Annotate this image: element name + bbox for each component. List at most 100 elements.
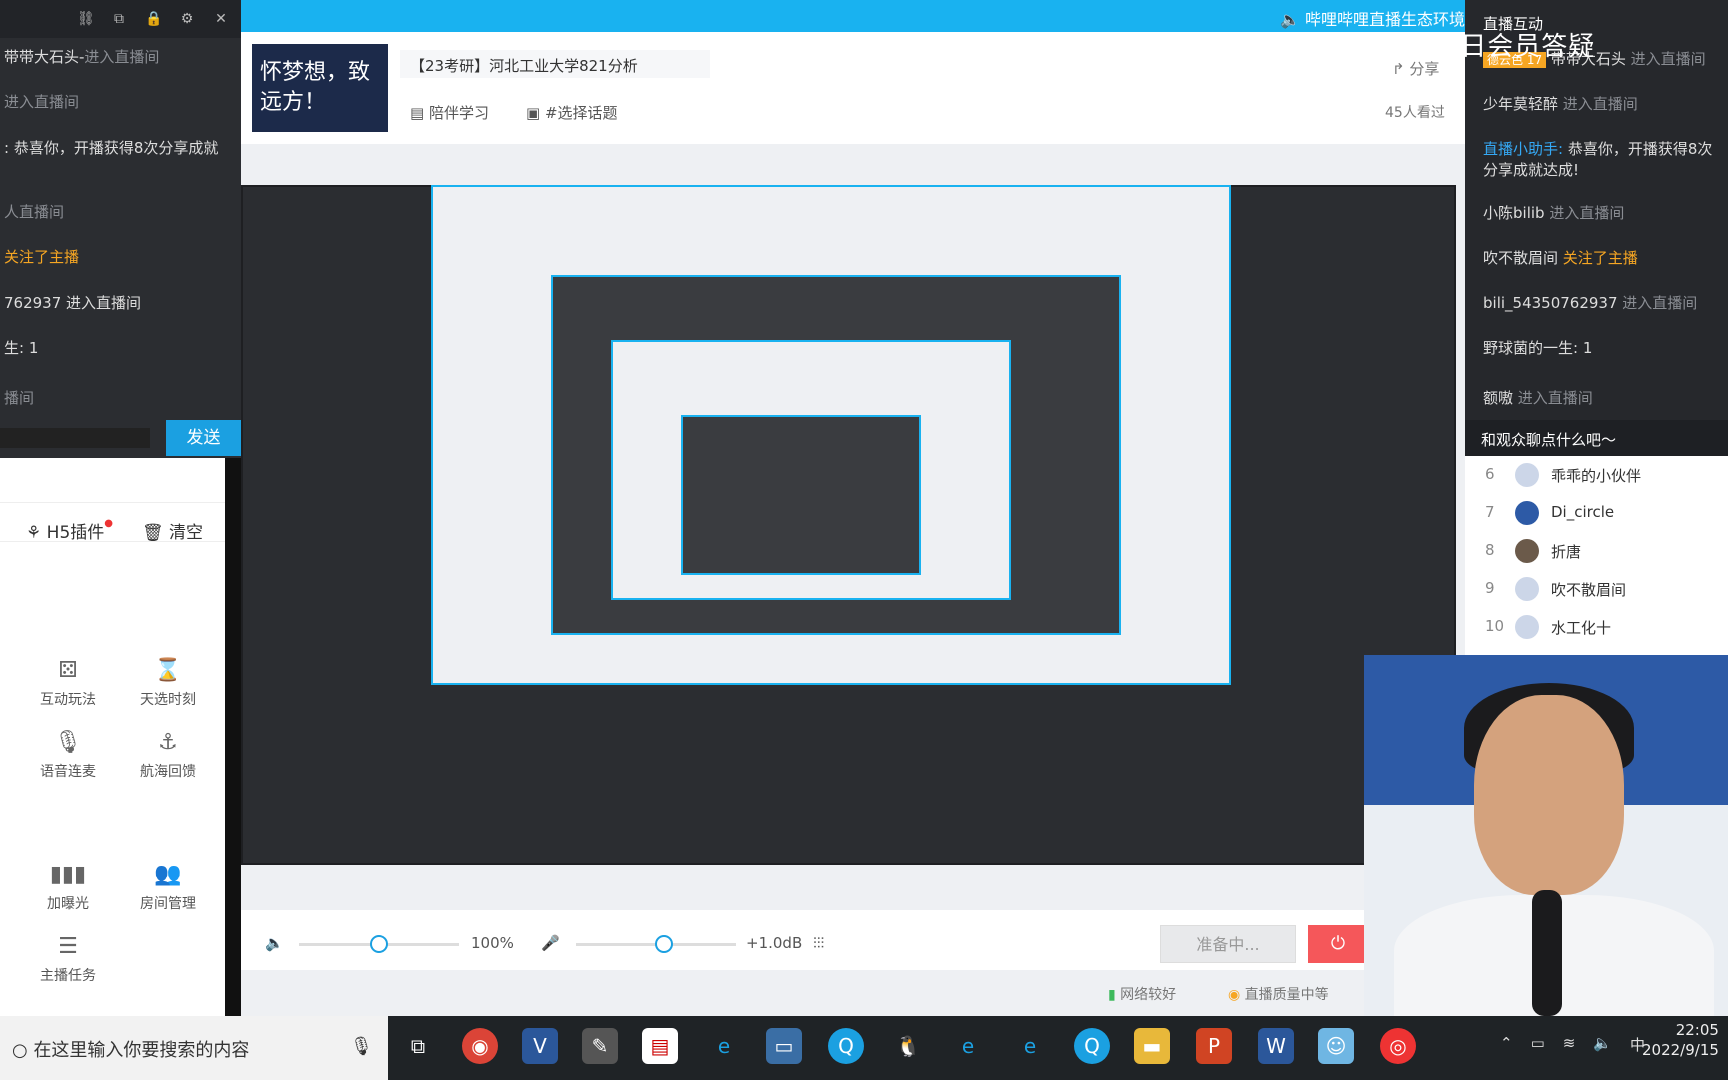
tool-label: 语音连麦 — [40, 764, 96, 780]
task-view-icon[interactable]: ⧉ — [400, 1028, 436, 1064]
gain-knob[interactable] — [655, 935, 673, 953]
remote-desktop-icon[interactable]: ▭ — [766, 1028, 802, 1064]
tool-boost[interactable]: ▮▮▮ 加曝光 — [18, 862, 118, 913]
chat-user: bili_54350762937 — [1483, 294, 1618, 312]
document-icon[interactable]: ▤ — [642, 1028, 678, 1064]
tool-interactive-play[interactable]: ⚄ 互动玩法 — [18, 658, 118, 709]
list-item[interactable]: 6 乖乖的小伙伴 — [1465, 456, 1728, 494]
bilibili-live-icon[interactable]: ☺ — [1318, 1028, 1354, 1064]
tab-h5-plugin[interactable]: ⚘ H5插件● — [26, 518, 113, 543]
chevron-up-icon[interactable]: ⌃ — [1500, 1034, 1513, 1055]
chat-message: 762937 进入直播间 — [4, 294, 142, 312]
prepare-button[interactable]: 准备中... — [1160, 925, 1296, 963]
list-item[interactable]: 9 吹不散眉间 — [1465, 570, 1728, 608]
close-icon[interactable]: ✕ — [213, 11, 229, 27]
chrome-icon[interactable]: ◉ — [462, 1028, 498, 1064]
viewer-count: 45人看过 — [1385, 105, 1445, 121]
tool-voice-link[interactable]: 🎙 语音连麦 — [18, 730, 118, 781]
signal-icon: ▮ — [1108, 987, 1121, 1003]
vs-icon[interactable]: V — [522, 1028, 558, 1064]
clock-time: 22:05 — [1675, 1021, 1719, 1039]
clock[interactable]: 22:05 2022/9/15 — [1642, 1020, 1719, 1060]
taskbar-search[interactable]: ○ 在这里输入你要搜索的内容 🎙 — [0, 1016, 388, 1080]
chat-text: 进入直播间 — [84, 48, 160, 66]
mic-icon[interactable]: 🎙 — [350, 1036, 373, 1057]
ie-icon[interactable]: e — [950, 1028, 986, 1064]
chat-message: 生: 1 — [4, 339, 39, 357]
tool-streamer-task[interactable]: ☰ 主播任务 — [18, 934, 118, 985]
chat-user: 吹不散眉间 — [1483, 249, 1559, 267]
netease-music-icon[interactable]: ◎ — [1380, 1028, 1416, 1064]
chat-message: 吹不散眉间 关注了主播 — [1483, 247, 1638, 268]
quality-icon: ◉ — [1228, 987, 1245, 1003]
link-icon[interactable]: ⛓ — [77, 11, 95, 27]
word-icon[interactable]: W — [1258, 1028, 1294, 1064]
chat-input[interactable] — [0, 428, 150, 448]
quality-label: 直播质量中等 — [1244, 987, 1329, 1003]
rank-number: 8 — [1485, 541, 1495, 559]
avatar — [1515, 615, 1539, 639]
tab-label: H5插件 — [46, 523, 105, 543]
list-item[interactable]: 8 折唐 — [1465, 532, 1728, 570]
system-tray: ⌃ ▭ ≋ 🔈 中 — [1500, 1034, 1645, 1055]
volume-icon[interactable]: 🔈 — [1593, 1034, 1612, 1055]
avatar — [1515, 463, 1539, 487]
power-icon[interactable]: ⏻ — [1308, 925, 1368, 963]
tool-lucky-draw[interactable]: ⌛ 天选时刻 — [118, 658, 218, 709]
tool-label: 天选时刻 — [140, 692, 196, 708]
wifi-icon[interactable]: ≋ — [1563, 1034, 1576, 1055]
equalizer-icon[interactable]: ⫶⫶⫶ — [813, 934, 824, 952]
anchor-icon: ⚓ — [158, 730, 178, 755]
chat-message: 进入直播间 — [4, 93, 80, 111]
qq-icon[interactable]: 🐧 — [890, 1028, 926, 1064]
edge-icon[interactable]: e — [706, 1028, 742, 1064]
tool-sailing-reward[interactable]: ⚓ 航海回馈 — [118, 730, 218, 781]
chat-send-row: 发送 — [0, 420, 241, 456]
tool-room-manage[interactable]: 👥 房间管理 — [118, 862, 218, 913]
list-item[interactable]: 7 Di_circle — [1465, 494, 1728, 532]
powerpoint-icon[interactable]: P — [1196, 1028, 1232, 1064]
tag-study-with-me[interactable]: ▤ 陪伴学习 — [410, 102, 489, 123]
puzzle-icon: ⚘ — [26, 523, 47, 543]
ie-icon[interactable]: e — [1012, 1028, 1048, 1064]
popout-icon[interactable]: ⧉ — [111, 11, 127, 27]
left-chat-toolbar: ⛓ ⧉ 🔒 ⚙ ✕ — [0, 0, 241, 38]
tag-topic[interactable]: ▣ #选择话题 — [526, 102, 618, 123]
boost-icon: ▮▮▮ — [49, 862, 87, 887]
microphone — [1532, 890, 1562, 1016]
chat-text: 进入直播间 — [1517, 389, 1593, 407]
avatar — [1515, 501, 1539, 525]
qq-browser-icon[interactable]: Q — [1074, 1028, 1110, 1064]
folder-icon[interactable]: ▬ — [1134, 1028, 1170, 1064]
stream-header — [241, 32, 1465, 144]
search-icon: ○ — [12, 1040, 34, 1061]
chat-user: 额嗷 — [1483, 389, 1514, 407]
announcement-banner: 🔈 哔哩哔哩直播生态环境 — [241, 0, 1465, 32]
chat-text: 进入直播间 — [1630, 50, 1706, 68]
gear-icon[interactable]: ⚙ — [179, 11, 195, 27]
tag-label: 陪伴学习 — [428, 104, 489, 122]
lock-icon[interactable]: 🔒 — [145, 11, 162, 27]
paint-icon[interactable]: ✎ — [582, 1028, 618, 1064]
rank-name: Di_circle — [1551, 503, 1615, 521]
room-cover[interactable]: 怀梦想，致远方！ — [252, 44, 388, 132]
battery-icon[interactable]: ▭ — [1531, 1034, 1545, 1055]
qq-browser-icon[interactable]: Q — [828, 1028, 864, 1064]
chat-message: bili_54350762937 进入直播间 — [1483, 292, 1697, 313]
tab-clear[interactable]: 🗑 清空 — [142, 518, 203, 543]
send-button[interactable]: 发送 — [166, 420, 241, 456]
stream-title-input[interactable]: 【23考研】河北工业大学821分析 — [400, 50, 710, 78]
volume-value: 100% — [471, 934, 514, 952]
overlay-text: 问题 周日会员答疑 — [1370, 32, 1596, 62]
room-manage-icon: 👥 — [154, 862, 182, 887]
volume-knob[interactable] — [370, 935, 388, 953]
person-face — [1474, 695, 1624, 895]
network-status: ▮ 网络较好 — [1108, 984, 1176, 1004]
search-text: ○ 在这里输入你要搜索的内容 — [12, 1036, 249, 1062]
chat-input-placeholder[interactable]: 和观众聊点什么吧～ — [1465, 420, 1728, 456]
speaker-icon[interactable]: 🔈 — [265, 934, 284, 952]
mic-icon[interactable]: 🎤 — [541, 934, 560, 952]
rank-number: 6 — [1485, 465, 1495, 483]
list-item[interactable]: 10 水工化十 — [1465, 608, 1728, 646]
chat-user: 带带大石头- — [4, 48, 85, 66]
